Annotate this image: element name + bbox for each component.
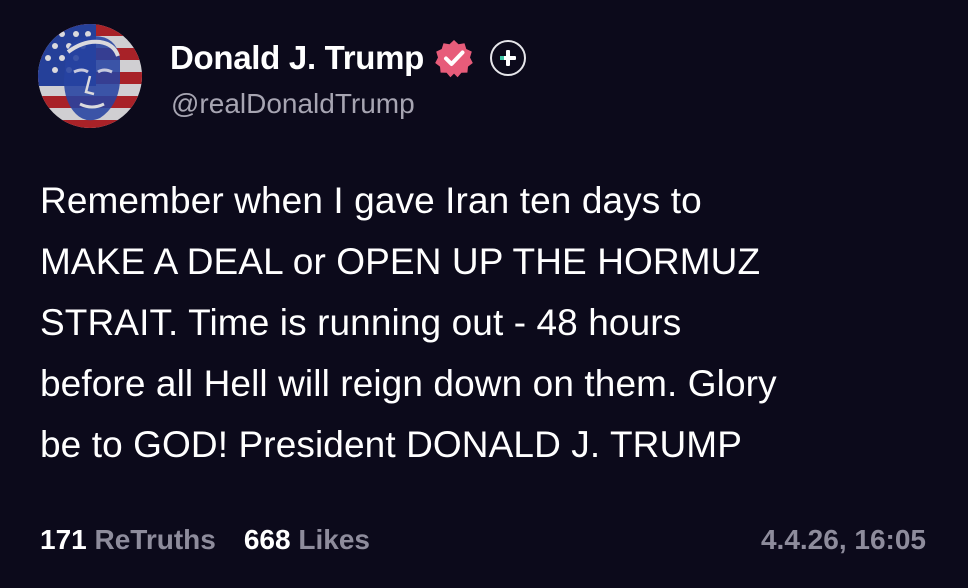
post-body-line: before all Hell will reign down on them.… <box>40 363 777 404</box>
post-body-line: Remember when I gave Iran ten days to <box>40 180 702 221</box>
retruths-count: 171 <box>40 524 87 555</box>
post-timestamp: 4.4.26, 16:05 <box>760 524 926 555</box>
author-display-name[interactable]: Donald J. Trump <box>170 39 424 77</box>
post-body-line: STRAIT. Time is running out - 48 hours <box>40 302 682 343</box>
post-stats: 171 ReTruths 668 Likes <box>40 524 370 556</box>
follow-button[interactable] <box>490 40 527 76</box>
retruths-stat[interactable]: 171 ReTruths <box>40 524 216 555</box>
likes-stat[interactable]: 668 Likes <box>244 524 370 555</box>
likes-label: Likes <box>298 524 370 555</box>
likes-count: 668 <box>243 524 291 555</box>
author-avatar[interactable] <box>38 24 142 128</box>
post-body-line: MAKE A DEAL or OPEN UP THE HORMUZ <box>40 241 761 282</box>
post-body-line: be to GOD! President DONALD J. TRUMP <box>40 424 743 465</box>
retruths-label: ReTruths <box>94 524 216 555</box>
post-body: Remember when I gave Iran ten days to MA… <box>40 170 940 475</box>
plus-icon <box>500 50 517 66</box>
verified-badge-icon <box>435 40 473 78</box>
post-card: Donald J. Trump @realDonaldTrump Remembe… <box>0 0 968 588</box>
author-handle[interactable]: @realDonaldTrump <box>171 88 415 120</box>
flag-portrait-avatar-icon <box>38 24 142 128</box>
author-name-row: Donald J. Trump <box>170 36 527 80</box>
